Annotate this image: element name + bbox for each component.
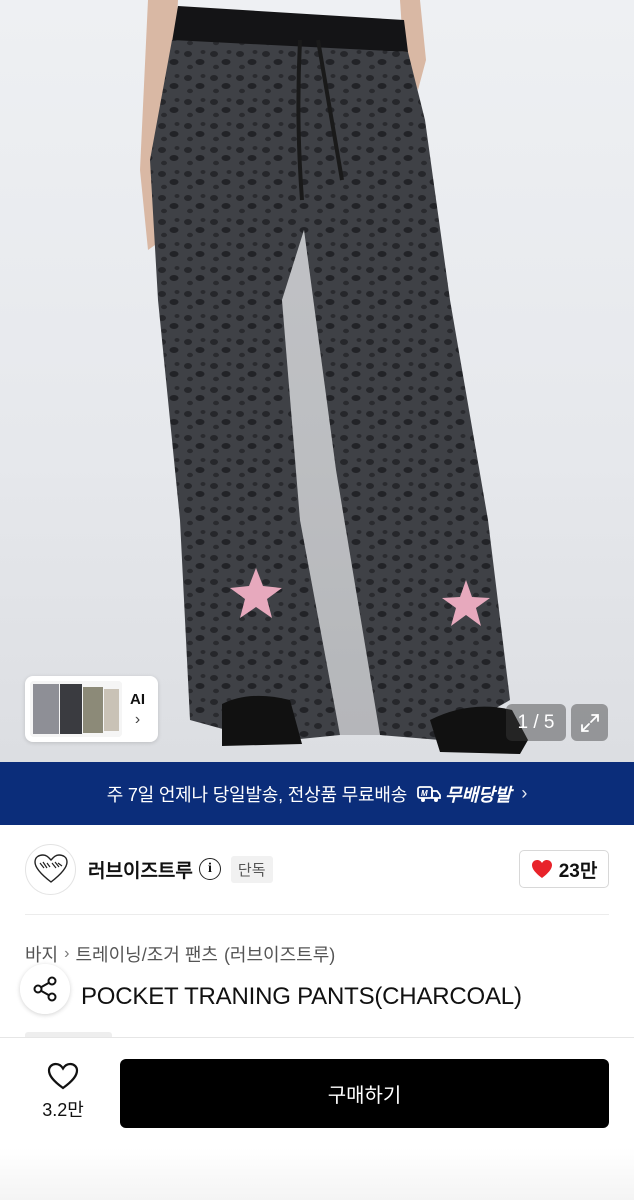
heart-icon (531, 860, 552, 878)
divider (25, 914, 609, 915)
product-photo (140, 0, 528, 754)
chevron-right-icon: › (64, 945, 70, 962)
promo-text: 주 7일 언제나 당일발송, 전상품 무료배송 (106, 784, 408, 805)
brand-like-count: 23만 (558, 860, 598, 882)
expand-button[interactable] (571, 704, 608, 741)
image-counter: 1 / 5 (506, 704, 566, 741)
chevron-right-icon: › (134, 710, 141, 728)
ai-label: AI (130, 690, 145, 708)
brand-row: 러브이즈트루 i 단독 23만 (25, 843, 609, 895)
share-icon (33, 976, 57, 1002)
product-image-gallery[interactable]: AI › 1 / 5 (0, 0, 634, 762)
share-button[interactable] (20, 964, 70, 1014)
breadcrumb: 바지 › 트레이닝/조거 팬츠 (러브이즈트루) (25, 941, 335, 967)
promo-badge-label: 무배당발 (445, 784, 512, 805)
bottom-fade (0, 1148, 634, 1200)
wishlist-count: 3.2만 (42, 1100, 84, 1120)
bottom-action-bar: 3.2만 구매하기 (0, 1037, 634, 1200)
breadcrumb-item[interactable]: 트레이닝/조거 팬츠 (75, 941, 217, 967)
brand-like-button[interactable]: 23만 (519, 850, 609, 888)
heart-outline-icon (47, 1062, 79, 1090)
info-icon[interactable]: i (198, 858, 221, 880)
breadcrumb-item[interactable]: 바지 (25, 941, 58, 967)
breadcrumb-item[interactable]: (러브이즈트루) (224, 941, 335, 967)
ai-similar-items-card[interactable]: AI › (25, 676, 158, 742)
brand-name[interactable]: 러브이즈트루 (88, 856, 193, 883)
brand-logo[interactable] (25, 843, 76, 895)
ai-thumbnail-image (30, 681, 122, 737)
chevron-right-icon: › (521, 783, 528, 803)
expand-icon (580, 713, 599, 732)
shipping-promo-banner[interactable]: 주 7일 언제나 당일발송, 전상품 무료배송 M 무배당발 › (0, 762, 634, 825)
wishlist-button[interactable]: 3.2만 (28, 1062, 98, 1122)
buy-button[interactable]: 구매하기 (120, 1059, 609, 1128)
truck-icon: M (417, 785, 441, 802)
svg-text:M: M (421, 789, 428, 798)
promo-badge: M 무배당발 (417, 781, 511, 807)
exclusive-badge: 단독 (230, 855, 273, 883)
product-title: POCKET TRANING PANTS(CHARCOAL) (81, 983, 522, 1010)
